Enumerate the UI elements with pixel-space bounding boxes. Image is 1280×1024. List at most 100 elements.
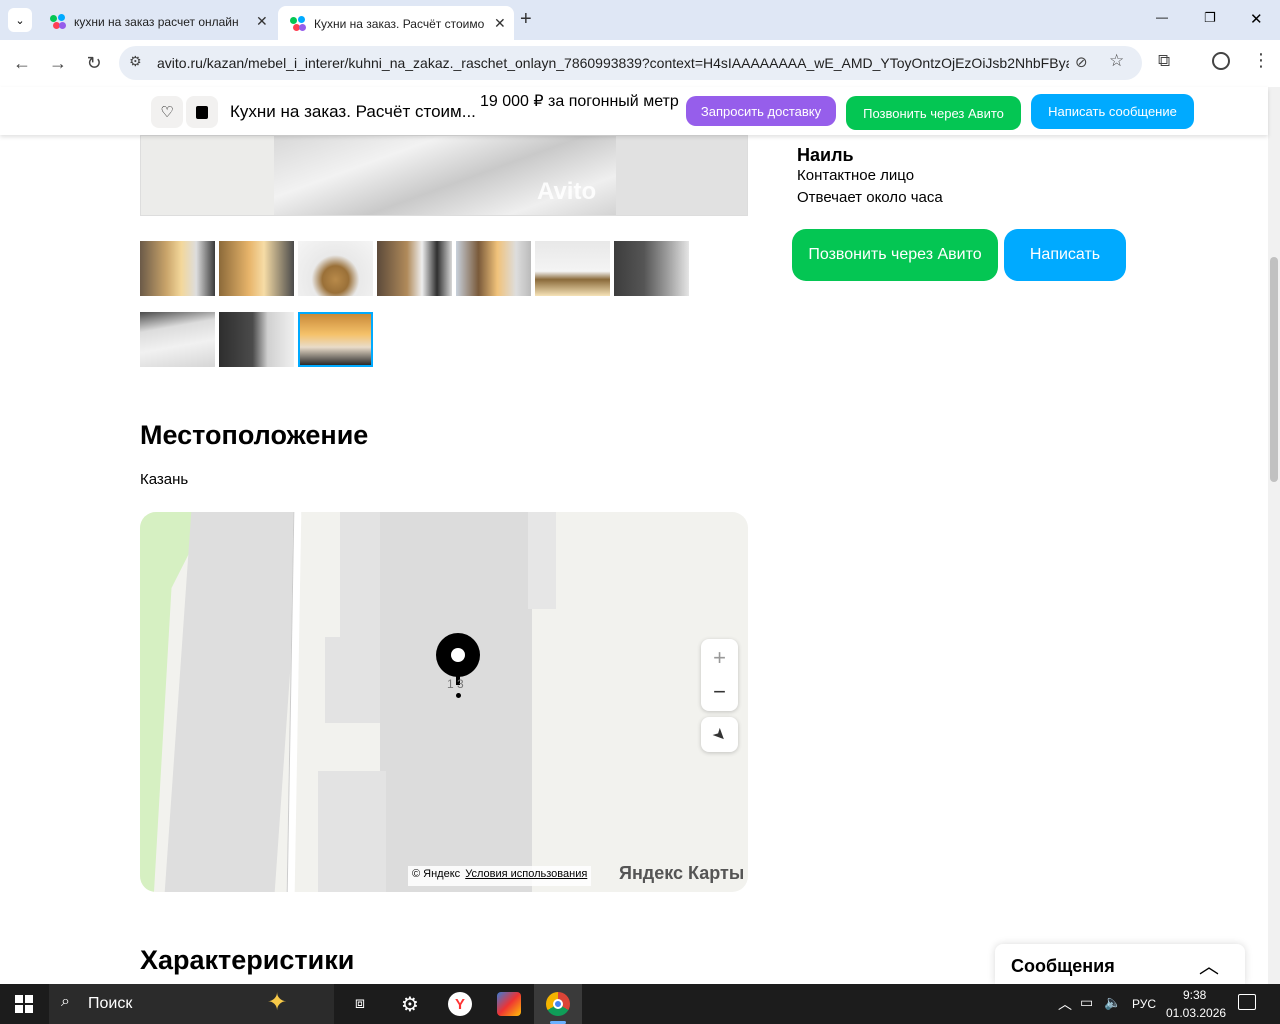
tray-chevron-icon[interactable]: ︿: [1058, 994, 1072, 1014]
seller-call-button[interactable]: Позвонить через Авито: [792, 229, 998, 281]
listing-price: 19 000 ₽ за погонный метр: [480, 93, 679, 110]
call-via-avito-button[interactable]: Позвонить через Авито: [846, 96, 1021, 130]
seller-write-button[interactable]: Написать: [1004, 229, 1126, 281]
windows-start-icon[interactable]: [8, 988, 40, 1020]
chevron-down-icon: ⌄: [15, 14, 25, 27]
menu-icon[interactable]: ⋮: [1252, 50, 1270, 71]
map-building: [340, 512, 385, 642]
gallery-thumbnail[interactable]: [377, 241, 452, 296]
windows-taskbar: ⌕ Поиск ✦ ⧈ ⚙ Y ︿ ▭ 🔈 РУС 9:38 01.03.202…: [0, 984, 1280, 1024]
minimize-button[interactable]: —: [1156, 10, 1168, 24]
messages-label: Сообщения: [1011, 956, 1115, 976]
site-info-icon[interactable]: ⚙: [129, 53, 142, 70]
avito-favicon-icon: [290, 15, 306, 32]
clock-date[interactable]: 01.03.2026: [1166, 1006, 1226, 1020]
copilot-sparkle-icon: ✦: [267, 989, 288, 1016]
address-bar[interactable]: ⚙ avito.ru/kazan/mebel_i_interer/kuhni_n…: [119, 46, 1142, 80]
favorite-button[interactable]: ♡: [151, 96, 183, 128]
map-building: [528, 512, 556, 609]
browser-toolbar: ← → ↻ ⚙ avito.ru/kazan/mebel_i_interer/k…: [0, 40, 1280, 87]
tab-inactive[interactable]: кухни на заказ расчет онлайн ✕: [38, 6, 274, 37]
map-pin-icon[interactable]: [436, 633, 480, 685]
task-view-icon[interactable]: ⧈: [344, 988, 376, 1020]
close-icon[interactable]: ✕: [256, 13, 268, 30]
restore-button[interactable]: ❐: [1204, 10, 1216, 26]
gallery-thumbnail[interactable]: [614, 241, 689, 296]
map-building: [380, 512, 532, 892]
location-arrow-icon: ➤: [708, 724, 730, 746]
gallery-thumbnail[interactable]: [219, 312, 294, 367]
chrome-taskbar-button[interactable]: [534, 984, 582, 1024]
reload-icon[interactable]: ↻: [82, 52, 106, 74]
app-grid-icon[interactable]: [493, 988, 525, 1020]
avito-favicon-icon: [50, 13, 66, 30]
close-icon[interactable]: ✕: [494, 15, 506, 32]
zoom-out-button[interactable]: −: [713, 675, 726, 709]
scrollbar-thumb[interactable]: [1270, 257, 1278, 482]
zoom-in-button[interactable]: +: [713, 641, 726, 675]
browser-chrome: ⌄ кухни на заказ расчет онлайн ✕ Кухни н…: [0, 0, 1280, 87]
window-close-button[interactable]: ✕: [1250, 10, 1263, 28]
map-building: [325, 637, 385, 723]
volume-icon[interactable]: 🔈: [1104, 994, 1121, 1011]
listing-title: Кухни на заказ. Расчёт стоим...: [230, 102, 476, 121]
main-photo[interactable]: Avito: [140, 135, 748, 216]
extensions-icon[interactable]: ⧉: [1158, 51, 1170, 71]
seller-name[interactable]: Наиль: [797, 145, 854, 166]
location-city: Казань: [140, 471, 189, 488]
gallery-thumbnail[interactable]: [140, 241, 215, 296]
tab-title: кухни на заказ расчет онлайн: [74, 14, 239, 29]
back-icon[interactable]: ←: [10, 52, 34, 74]
sticky-listing-bar: ♡ Кухни на заказ. Расчёт стоим... 19 000…: [0, 87, 1268, 135]
geolocation-button[interactable]: ➤: [701, 717, 738, 752]
map-attribution: © Яндекс Условия использования: [408, 866, 592, 886]
yandex-browser-icon[interactable]: Y: [444, 988, 476, 1020]
notifications-icon[interactable]: [1238, 994, 1256, 1010]
tab-active[interactable]: Кухни на заказ. Расчёт стоимо ✕: [278, 6, 514, 41]
gallery-thumbnail-selected[interactable]: [298, 312, 373, 367]
map-copyright: © Яндекс: [412, 868, 461, 880]
url-text[interactable]: avito.ru/kazan/mebel_i_interer/kuhni_na_…: [157, 55, 1069, 71]
language-indicator[interactable]: РУС: [1132, 997, 1156, 1011]
house-number-label: 1 3: [447, 677, 464, 691]
seller-response-time: Отвечает около часа: [797, 189, 943, 206]
seller-type: Контактное лицо: [797, 167, 915, 184]
request-delivery-button[interactable]: Запросить доставку: [686, 96, 836, 126]
page-scrollbar[interactable]: [1268, 87, 1280, 984]
avito-watermark: Avito: [537, 178, 597, 205]
gallery-thumbnail[interactable]: [535, 241, 610, 296]
map-point: [456, 693, 461, 698]
characteristics-heading: Характеристики: [140, 945, 355, 975]
settings-gear-icon[interactable]: ⚙: [394, 988, 426, 1020]
page-content: Avito Наиль Контактное лицо Отвечает око…: [0, 135, 1268, 984]
forward-icon[interactable]: →: [46, 52, 70, 74]
tab-title: Кухни на заказ. Расчёт стоимо: [314, 16, 485, 31]
clock-time[interactable]: 9:38: [1183, 988, 1206, 1002]
network-icon[interactable]: ▭: [1080, 994, 1093, 1011]
note-button[interactable]: [186, 96, 218, 128]
write-message-button[interactable]: Написать сообщение: [1031, 94, 1194, 129]
messages-widget[interactable]: Сообщения ︿: [995, 944, 1245, 984]
gallery-thumbnail[interactable]: [298, 241, 373, 296]
gallery-thumbnail[interactable]: [140, 312, 215, 367]
map-building: [318, 771, 386, 892]
tracking-protection-icon[interactable]: ⊘: [1075, 53, 1088, 71]
zoom-controls: + −: [701, 639, 738, 711]
new-tab-button[interactable]: +: [520, 8, 532, 31]
gallery-thumbnail[interactable]: [456, 241, 531, 296]
location-map[interactable]: 1 3 + − ➤ © Яндекс Условия использования…: [140, 512, 748, 892]
note-icon: [196, 105, 208, 119]
chevron-up-icon[interactable]: ︿: [1199, 950, 1219, 979]
bookmark-star-icon[interactable]: ☆: [1109, 51, 1124, 71]
location-heading: Местоположение: [140, 420, 369, 450]
map-road: [164, 512, 302, 892]
gallery-thumbnail[interactable]: [219, 241, 294, 296]
yandex-maps-logo[interactable]: Яндекс Карты: [619, 863, 744, 884]
map-terms-link[interactable]: Условия использования: [465, 868, 587, 880]
search-icon: ⌕: [61, 993, 70, 1010]
profile-icon[interactable]: [1212, 52, 1230, 70]
search-label: Поиск: [88, 995, 133, 1012]
taskbar-search[interactable]: ⌕ Поиск ✦: [49, 984, 334, 1024]
tab-search-button[interactable]: ⌄: [8, 8, 32, 32]
heart-icon: ♡: [160, 104, 174, 121]
